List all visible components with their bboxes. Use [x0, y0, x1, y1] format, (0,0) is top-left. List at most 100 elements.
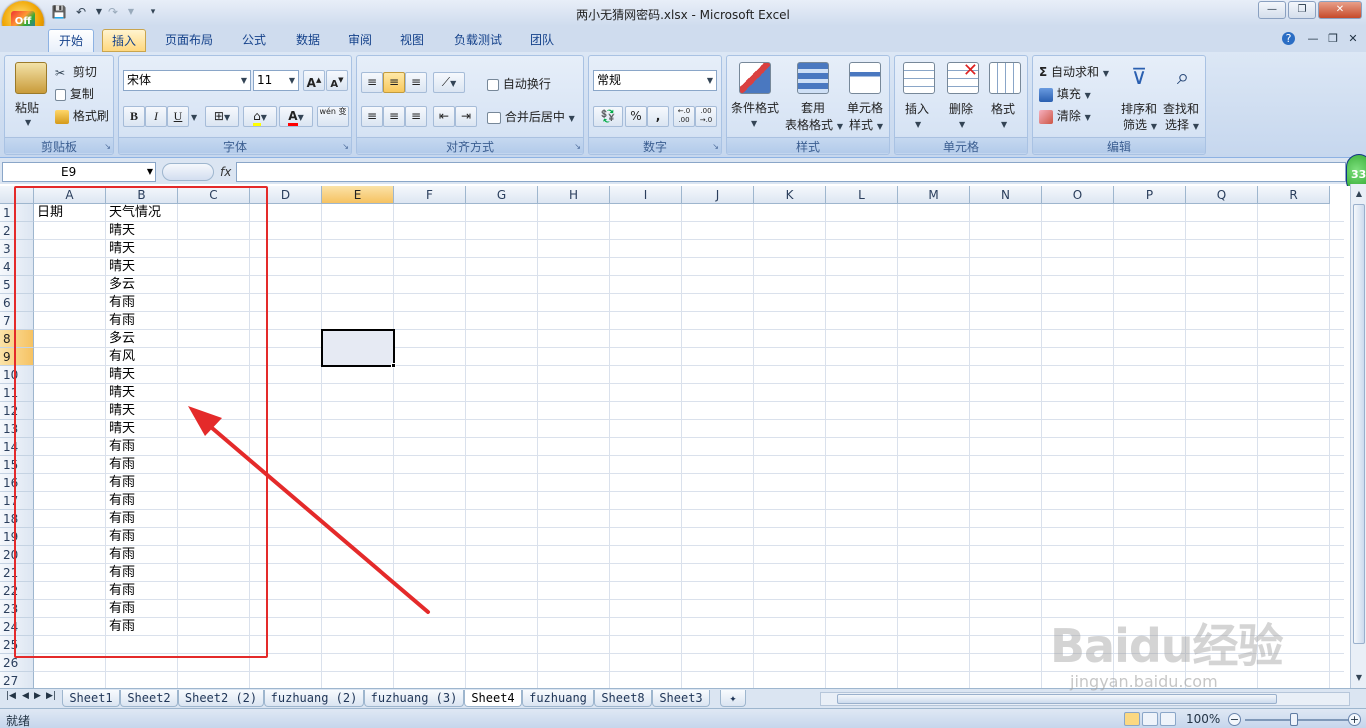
sheet-tab-sheet4[interactable]: Sheet4	[464, 690, 522, 707]
underline-dropdown-icon[interactable]: ▼	[191, 113, 197, 122]
vertical-scroll-thumb[interactable]	[1353, 204, 1365, 644]
tab-review[interactable]: 审阅	[338, 29, 382, 52]
insert-dropdown-icon[interactable]: ▼	[915, 120, 921, 129]
tab-load-test[interactable]: 负载测试	[444, 29, 512, 52]
customize-qat-icon[interactable]: ▾	[144, 4, 162, 20]
prev-sheet-icon[interactable]: ◀	[22, 691, 29, 701]
ribbon-minimize-icon[interactable]: —	[1306, 32, 1320, 45]
close-button[interactable]: ✕	[1318, 1, 1362, 19]
help-icon[interactable]: ?	[1282, 32, 1295, 45]
delete-cells-button[interactable]: 删除	[949, 100, 973, 117]
scroll-down-icon[interactable]: ▼	[1352, 670, 1366, 686]
number-format-box[interactable]: 常规 ▼	[593, 70, 717, 91]
decrease-decimal-button[interactable]: .00 →.0	[695, 106, 717, 127]
comma-button[interactable]: ,	[647, 106, 669, 127]
horizontal-scroll-thumb[interactable]	[837, 694, 1277, 704]
insert-function-button[interactable]: fx	[160, 162, 234, 182]
format-painter-button[interactable]: 格式刷	[55, 107, 109, 124]
page-layout-view-icon[interactable]	[1142, 712, 1158, 726]
font-size-box[interactable]: 11 ▼	[253, 70, 299, 91]
autosum-button[interactable]: Σ 自动求和 ▼	[1039, 63, 1109, 80]
top-align-button[interactable]: ≡	[361, 72, 383, 93]
cell-styles-line1[interactable]: 单元格	[847, 99, 883, 116]
tab-view[interactable]: 视图	[390, 29, 434, 52]
format-dropdown-icon[interactable]: ▼	[1001, 120, 1007, 129]
redo-icon[interactable]: ↷	[104, 4, 122, 20]
shrink-font-button[interactable]: A▼	[326, 70, 348, 91]
conditional-format-dropdown-icon[interactable]: ▼	[751, 119, 757, 128]
increase-indent-button[interactable]: ⇥	[455, 106, 477, 127]
number-format-dropdown-icon[interactable]: ▼	[707, 71, 713, 90]
clipboard-launcher-icon[interactable]: ↘	[104, 142, 111, 151]
horizontal-scrollbar[interactable]	[820, 692, 1350, 706]
italic-button[interactable]: I	[145, 106, 167, 127]
alignment-launcher-icon[interactable]: ↘	[574, 142, 581, 151]
sheet-tab-fuzhuang-3-[interactable]: fuzhuang (3)	[364, 690, 464, 707]
paste-dropdown-icon[interactable]: ▼	[25, 118, 31, 127]
last-sheet-icon[interactable]: ▶|	[46, 691, 56, 701]
grow-font-button[interactable]: A▲	[303, 70, 325, 91]
sheet-tab-sheet2[interactable]: Sheet2	[120, 690, 178, 707]
underline-button[interactable]: U	[167, 106, 189, 127]
clear-button[interactable]: 清除 ▼	[1039, 107, 1091, 124]
middle-align-button[interactable]: ≡	[383, 72, 405, 93]
font-launcher-icon[interactable]: ↘	[342, 142, 349, 151]
tab-formulas[interactable]: 公式	[232, 29, 276, 52]
number-launcher-icon[interactable]: ↘	[712, 142, 719, 151]
formula-input[interactable]	[236, 162, 1346, 182]
sheet-tab-sheet1[interactable]: Sheet1	[62, 690, 120, 707]
cell-styles-button[interactable]: 样式 ▼	[849, 116, 883, 133]
decrease-indent-button[interactable]: ⇤	[433, 106, 455, 127]
table-format-button[interactable]: 表格格式 ▼	[785, 116, 843, 133]
find-select-button[interactable]: 选择 ▼	[1165, 116, 1199, 133]
zoom-slider[interactable]	[1245, 719, 1355, 721]
sheet-tab-sheet3[interactable]: Sheet3	[652, 690, 710, 707]
tab-home[interactable]: 开始	[48, 29, 94, 52]
find-select-line1[interactable]: 查找和	[1163, 100, 1199, 117]
orientation-button[interactable]: ⟋▼	[433, 72, 465, 93]
tab-insert[interactable]: 插入	[102, 29, 146, 52]
undo-icon[interactable]: ↶	[72, 4, 90, 20]
tab-page-layout[interactable]: 页面布局	[156, 29, 222, 52]
ribbon-restore-icon[interactable]: ❐	[1326, 32, 1340, 45]
currency-button[interactable]: 💱	[593, 106, 623, 127]
zoom-level[interactable]: 100%	[1186, 712, 1220, 726]
tab-data[interactable]: 数据	[286, 29, 330, 52]
borders-button[interactable]: ⊞▼	[205, 106, 239, 127]
align-center-button[interactable]: ≡	[383, 106, 405, 127]
delete-dropdown-icon[interactable]: ▼	[959, 120, 965, 129]
table-format-line1[interactable]: 套用	[801, 99, 825, 116]
tab-team[interactable]: 团队	[520, 29, 564, 52]
first-sheet-icon[interactable]: |◀	[6, 691, 16, 701]
copy-button[interactable]: 复制	[55, 85, 94, 102]
phonetic-button[interactable]: wén 变	[317, 106, 349, 127]
redo-dropdown-icon[interactable]: ▼	[122, 4, 140, 20]
increase-decimal-button[interactable]: ←.0 .00	[673, 106, 695, 127]
fill-color-button[interactable]: ⌂▼	[243, 106, 277, 127]
font-color-button[interactable]: A▼	[279, 106, 313, 127]
paste-button[interactable]: 粘贴	[15, 99, 39, 116]
align-left-button[interactable]: ≡	[361, 106, 383, 127]
wrap-text-button[interactable]: 自动换行	[487, 75, 551, 92]
percent-button[interactable]: %	[625, 106, 647, 127]
sheet-tab-sheet2-2-[interactable]: Sheet2 (2)	[178, 690, 264, 707]
normal-view-icon[interactable]	[1124, 712, 1140, 726]
font-name-box[interactable]: 宋体 ▼	[123, 70, 251, 91]
ribbon-close-icon[interactable]: ✕	[1346, 32, 1360, 45]
font-name-dropdown-icon[interactable]: ▼	[241, 71, 247, 90]
align-right-button[interactable]: ≡	[405, 106, 427, 127]
bold-button[interactable]: B	[123, 106, 145, 127]
minimize-button[interactable]: —	[1258, 1, 1286, 19]
sort-filter-button[interactable]: 筛选 ▼	[1123, 116, 1157, 133]
name-box-dropdown-icon[interactable]: ▼	[147, 163, 153, 181]
insert-cells-button[interactable]: 插入	[905, 100, 929, 117]
name-box[interactable]: E9 ▼	[2, 162, 156, 182]
conditional-format-button[interactable]: 条件格式	[731, 99, 779, 116]
bottom-align-button[interactable]: ≡	[405, 72, 427, 93]
vertical-scrollbar[interactable]: ▲ ▼	[1350, 184, 1366, 688]
sheet-tab-fuzhuang-2-[interactable]: fuzhuang (2)	[264, 690, 364, 707]
zoom-out-icon[interactable]: −	[1228, 713, 1241, 726]
cut-button[interactable]: ✂ 剪切	[55, 63, 97, 80]
sheet-tab-fuzhuang[interactable]: fuzhuang	[522, 690, 594, 707]
sort-filter-line1[interactable]: 排序和	[1121, 100, 1157, 117]
